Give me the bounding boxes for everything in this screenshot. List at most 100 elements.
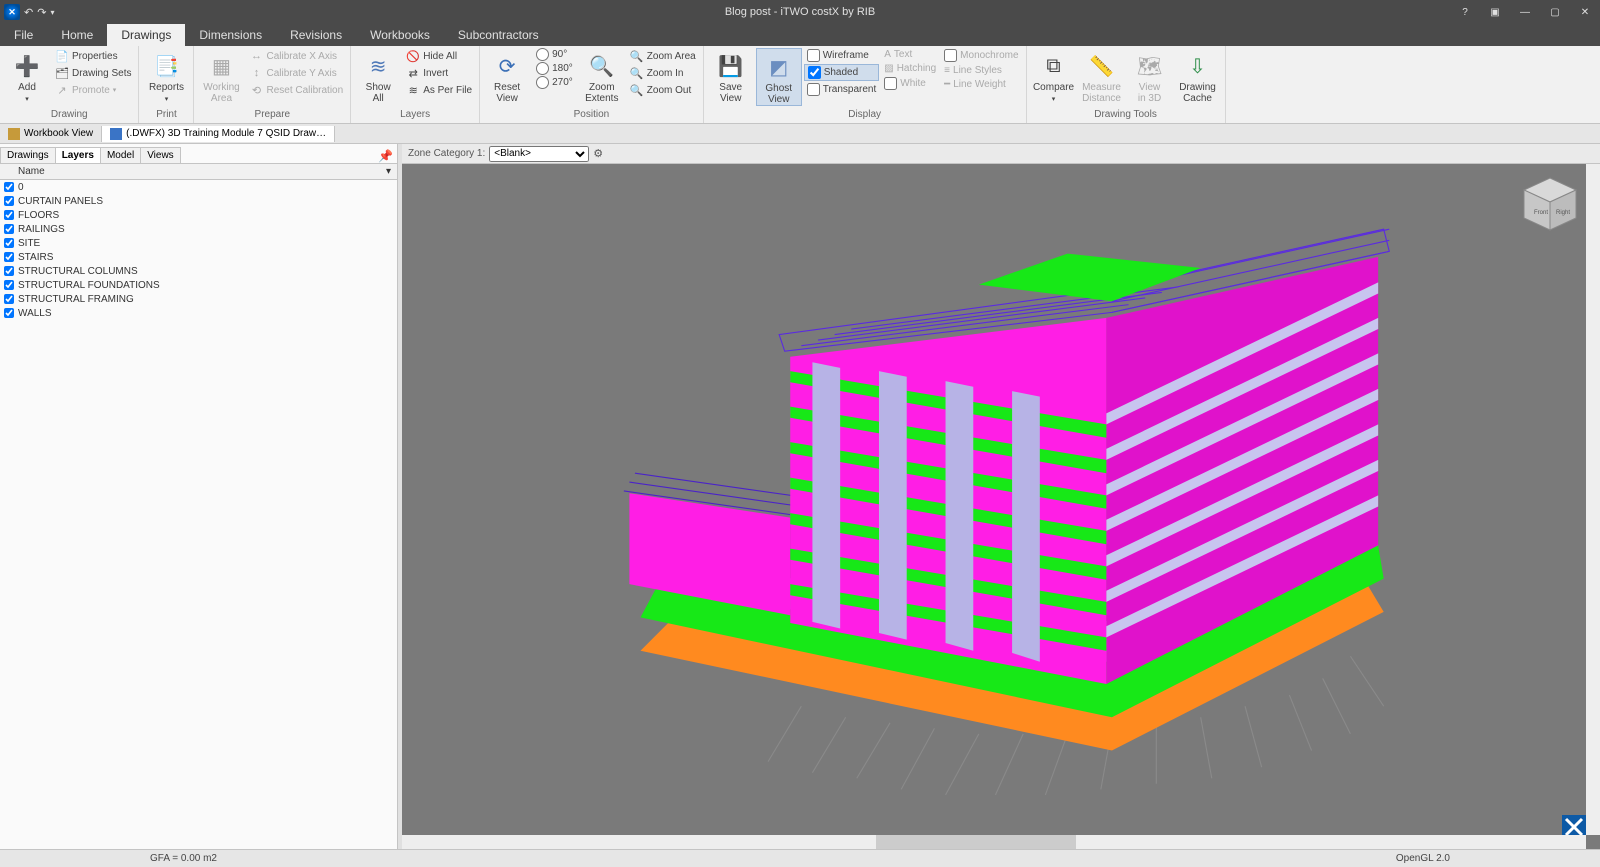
add-button[interactable]: ➕ Add ▾	[4, 48, 50, 103]
layer-checkbox[interactable]	[4, 252, 14, 262]
ribbon-group-display: 💾 Save View ◩ Ghost View Wireframe Shade…	[704, 46, 1027, 123]
undo-icon[interactable]: ↶	[24, 6, 33, 19]
layer-row[interactable]: STRUCTURAL FOUNDATIONS	[0, 278, 397, 292]
view-cube[interactable]: Front Right	[1520, 174, 1580, 234]
zoom-out-button[interactable]: 🔍Zoom Out	[627, 82, 699, 98]
layer-checkbox[interactable]	[4, 294, 14, 304]
layers-grid-header[interactable]: Name ▾	[0, 164, 397, 180]
layer-name: STRUCTURAL COLUMNS	[18, 266, 138, 277]
tab-drawings[interactable]: Drawings	[107, 24, 185, 46]
layer-checkbox[interactable]	[4, 238, 14, 248]
zoom-area-button[interactable]: 🔍Zoom Area	[627, 48, 699, 64]
measure-distance-button[interactable]: 📏 Measure Distance	[1079, 48, 1125, 104]
layer-row[interactable]: STAIRS	[0, 250, 397, 264]
show-all-button[interactable]: ≋ Show All	[355, 48, 401, 104]
reports-button[interactable]: 📑 Reports ▾	[143, 48, 189, 103]
zoom-extents-button[interactable]: 🔍 Zoom Extents	[579, 48, 625, 104]
tab-revisions[interactable]: Revisions	[276, 24, 356, 46]
3d-viewport[interactable]: Front Right	[402, 164, 1600, 849]
ribbon-group-layers: ≋ Show All 🚫Hide All ⇄Invert ≋As Per Fil…	[351, 46, 480, 123]
minimize-button[interactable]: —	[1510, 0, 1540, 24]
panel-tab-drawings[interactable]: Drawings	[0, 147, 56, 163]
line-weight-checkbox[interactable]: ━Line Weight	[941, 78, 1021, 91]
promote-button[interactable]: ↗Promote ▾	[52, 82, 134, 98]
viewport-scrollbar-vertical[interactable]	[1586, 164, 1600, 835]
wireframe-checkbox[interactable]: Wireframe	[804, 48, 880, 63]
layer-row[interactable]: SITE	[0, 236, 397, 250]
add-icon: ➕	[13, 52, 41, 80]
sets-icon: 🗂	[55, 66, 69, 80]
layers-icon: ≋	[364, 52, 392, 80]
help-button[interactable]: ?	[1450, 0, 1480, 24]
panel-tab-model[interactable]: Model	[100, 147, 141, 163]
layer-checkbox[interactable]	[4, 196, 14, 206]
hatching-checkbox[interactable]: ▨Hatching	[881, 62, 939, 75]
rotate-270-radio[interactable]: 270°	[536, 76, 573, 89]
reset-calibration-button[interactable]: ⟲Reset Calibration	[246, 82, 346, 98]
tab-workbooks[interactable]: Workbooks	[356, 24, 444, 46]
rotate-180-radio[interactable]: 180°	[536, 62, 573, 75]
transparent-checkbox[interactable]: Transparent	[804, 82, 880, 97]
layer-name: WALLS	[18, 308, 52, 319]
maximize-button[interactable]: ▢	[1540, 0, 1570, 24]
qat-dropdown-icon[interactable]: ▾	[50, 8, 54, 17]
redo-icon[interactable]: ↷	[37, 6, 46, 19]
layer-row[interactable]: STRUCTURAL COLUMNS	[0, 264, 397, 278]
compare-button[interactable]: ⧉ Compare ▾	[1031, 48, 1077, 103]
white-checkbox[interactable]: White	[881, 76, 939, 91]
layer-name: SITE	[18, 238, 40, 249]
close-button[interactable]: ✕	[1570, 0, 1600, 24]
drawing-sets-button[interactable]: 🗂Drawing Sets	[52, 65, 134, 81]
dropdown-icon: ▾	[165, 95, 169, 103]
tab-home[interactable]: Home	[47, 24, 107, 46]
pin-icon[interactable]: 📌	[378, 149, 397, 163]
drawing-tab[interactable]: (.DWFX) 3D Training Module 7 QSID Draw…	[102, 126, 335, 142]
rotate-90-radio[interactable]: 90°	[536, 48, 573, 61]
layer-row[interactable]: CURTAIN PANELS	[0, 194, 397, 208]
monochrome-checkbox[interactable]: Monochrome	[941, 48, 1021, 63]
calibrate-y-button[interactable]: ↕Calibrate Y Axis	[246, 65, 346, 81]
zone-category-select[interactable]: <Blank>	[489, 146, 589, 162]
layer-checkbox[interactable]	[4, 308, 14, 318]
layer-row[interactable]: FLOORS	[0, 208, 397, 222]
view-in-3d-button[interactable]: 🗺 View in 3D	[1127, 48, 1173, 104]
panel-tab-views[interactable]: Views	[140, 147, 181, 163]
layer-row[interactable]: WALLS	[0, 306, 397, 320]
invert-button[interactable]: ⇄Invert	[403, 65, 475, 81]
layer-checkbox[interactable]	[4, 280, 14, 290]
calibrate-x-button[interactable]: ↔Calibrate X Axis	[246, 48, 346, 64]
viewport-scrollbar-horizontal[interactable]	[402, 835, 1586, 849]
layer-row[interactable]: STRUCTURAL FRAMING	[0, 292, 397, 306]
layer-row[interactable]: RAILINGS	[0, 222, 397, 236]
text-checkbox[interactable]: AText	[881, 48, 939, 61]
layer-checkbox[interactable]	[4, 182, 14, 192]
working-area-button[interactable]: ▦ Working Area	[198, 48, 244, 104]
sort-dropdown-icon[interactable]: ▾	[386, 166, 397, 177]
ghost-view-button[interactable]: ◩ Ghost View	[756, 48, 802, 106]
panel-tab-layers[interactable]: Layers	[55, 147, 101, 163]
shaded-checkbox[interactable]: Shaded	[804, 64, 880, 81]
tab-file[interactable]: File	[0, 24, 47, 46]
zoom-extents-icon: 🔍	[588, 52, 616, 80]
zone-settings-icon[interactable]: ⚙	[593, 147, 603, 160]
reset-view-button[interactable]: ⟳ Reset View	[484, 48, 530, 104]
layer-checkbox[interactable]	[4, 224, 14, 234]
hide-all-button[interactable]: 🚫Hide All	[403, 48, 475, 64]
layer-checkbox[interactable]	[4, 210, 14, 220]
drawing-cache-button[interactable]: ⇩ Drawing Cache	[1175, 48, 1221, 104]
workbook-view-tab[interactable]: Workbook View	[0, 126, 102, 142]
tab-subcontractors[interactable]: Subcontractors	[444, 24, 553, 46]
layer-row[interactable]: 0	[0, 180, 397, 194]
layer-checkbox[interactable]	[4, 266, 14, 276]
properties-button[interactable]: 📄Properties	[52, 48, 134, 64]
save-view-button[interactable]: 💾 Save View	[708, 48, 754, 104]
ribbon-toggle-button[interactable]: ▣	[1480, 0, 1510, 24]
layers-panel: Drawings Layers Model Views 📌 Name ▾ 0CU…	[0, 144, 398, 849]
as-per-file-button[interactable]: ≋As Per File	[403, 82, 475, 98]
ribbon-group-drawing: ➕ Add ▾ 📄Properties 🗂Drawing Sets ↗Promo…	[0, 46, 139, 123]
zoom-in-button[interactable]: 🔍Zoom In	[627, 65, 699, 81]
ribbon-group-drawing-tools: ⧉ Compare ▾ 📏 Measure Distance 🗺 View in…	[1027, 46, 1226, 123]
svg-text:Right: Right	[1556, 210, 1570, 216]
tab-dimensions[interactable]: Dimensions	[185, 24, 276, 46]
line-styles-checkbox[interactable]: ≡Line Styles	[941, 64, 1021, 77]
